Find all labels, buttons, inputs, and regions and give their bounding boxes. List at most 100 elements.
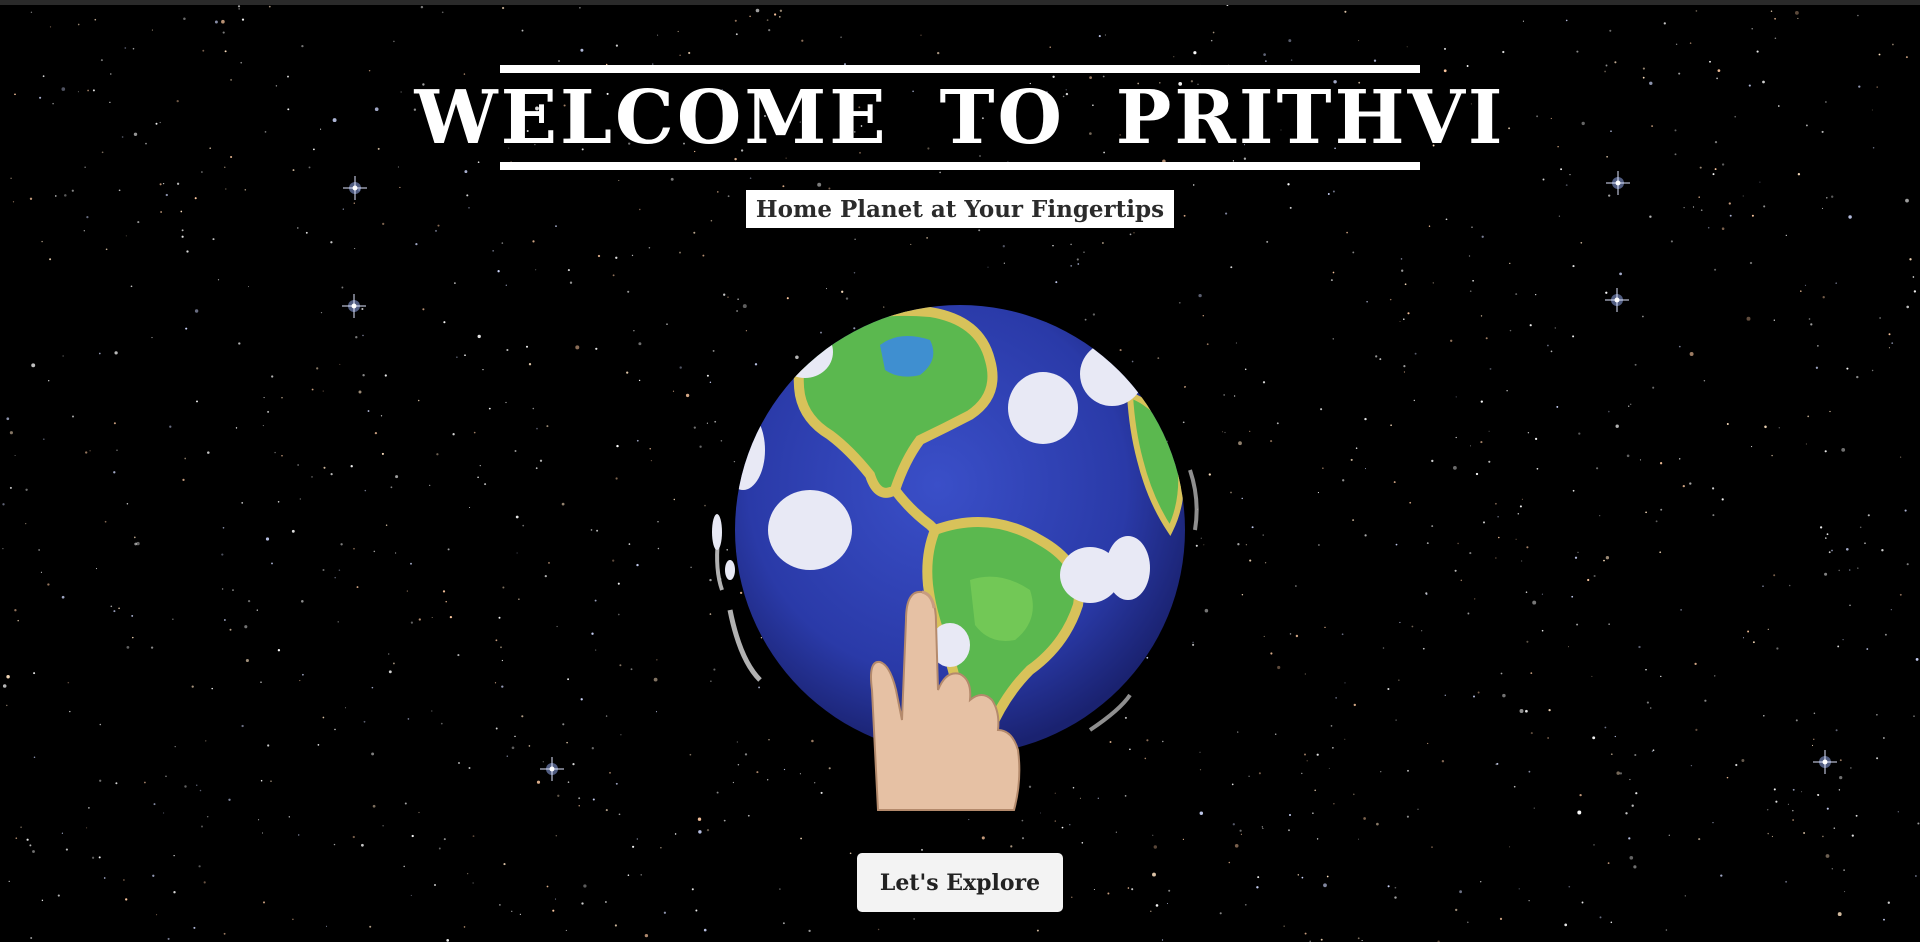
star <box>9 486 12 489</box>
star <box>237 5 241 8</box>
star <box>1477 691 1480 694</box>
star <box>174 745 176 748</box>
star <box>1756 50 1759 53</box>
star <box>1270 652 1273 655</box>
star <box>1262 534 1264 536</box>
star <box>1495 557 1497 559</box>
star <box>840 36 842 39</box>
star <box>1443 69 1447 73</box>
star <box>626 371 629 374</box>
earth-illustration <box>700 300 1220 820</box>
star <box>186 250 189 253</box>
star <box>1509 846 1511 848</box>
star <box>1848 215 1852 219</box>
star <box>17 619 19 622</box>
star <box>263 397 265 399</box>
star <box>1389 298 1392 301</box>
star <box>1599 515 1601 517</box>
star <box>1455 908 1458 912</box>
star <box>937 51 940 55</box>
star <box>1694 662 1697 666</box>
star <box>1763 205 1766 208</box>
star <box>808 929 811 933</box>
explore-button[interactable]: Let's Explore <box>857 853 1063 912</box>
star <box>615 477 618 480</box>
star <box>191 685 194 688</box>
star <box>116 449 118 451</box>
star <box>472 882 474 884</box>
star <box>1481 235 1484 238</box>
star <box>677 30 679 33</box>
star <box>620 734 622 736</box>
star <box>488 407 491 410</box>
star <box>1522 20 1524 22</box>
star <box>98 352 101 355</box>
star <box>126 502 129 505</box>
star <box>98 856 101 859</box>
star <box>1831 549 1833 552</box>
star <box>1473 695 1475 698</box>
star <box>1574 556 1578 559</box>
star <box>292 169 295 172</box>
star <box>1906 563 1909 566</box>
star <box>1771 835 1773 838</box>
star <box>1824 572 1828 576</box>
star <box>155 122 158 125</box>
star <box>267 744 270 747</box>
star <box>877 928 880 931</box>
star <box>1572 265 1575 268</box>
star <box>1198 293 1202 298</box>
star <box>567 678 569 681</box>
star <box>555 225 557 227</box>
star <box>627 290 630 293</box>
star <box>1734 115 1737 118</box>
star <box>299 680 301 682</box>
star <box>181 235 184 238</box>
star <box>1376 822 1379 826</box>
star <box>1881 549 1884 552</box>
star <box>1746 316 1751 321</box>
star <box>1518 888 1520 890</box>
star <box>1751 28 1753 30</box>
star <box>1568 885 1571 888</box>
star <box>1541 629 1544 632</box>
star <box>1849 604 1851 607</box>
star <box>1488 460 1491 463</box>
star <box>1455 436 1457 439</box>
star <box>245 658 249 663</box>
star <box>377 147 380 150</box>
star <box>271 562 273 565</box>
star <box>1773 788 1776 791</box>
star <box>260 779 263 782</box>
star <box>1530 732 1533 735</box>
star <box>1838 569 1840 572</box>
star <box>672 390 675 392</box>
star <box>1680 609 1682 611</box>
star <box>1333 803 1335 805</box>
star <box>1155 904 1159 907</box>
star <box>1395 543 1398 546</box>
star <box>1567 646 1570 648</box>
star <box>1534 437 1538 441</box>
star <box>118 189 121 192</box>
star <box>1578 432 1581 435</box>
star <box>1817 345 1819 347</box>
star <box>735 33 738 36</box>
star <box>1403 371 1405 373</box>
star <box>165 775 167 778</box>
star <box>1508 127 1511 130</box>
star <box>1527 432 1530 434</box>
star <box>1304 673 1306 675</box>
star <box>1071 896 1073 898</box>
star <box>514 450 517 452</box>
star <box>1422 647 1425 650</box>
star <box>501 659 504 662</box>
star <box>1580 241 1583 244</box>
star <box>1628 837 1631 840</box>
star <box>1906 305 1910 309</box>
star <box>228 798 231 801</box>
star <box>1776 647 1779 650</box>
star <box>123 879 125 881</box>
star <box>176 182 180 185</box>
star <box>86 216 89 219</box>
